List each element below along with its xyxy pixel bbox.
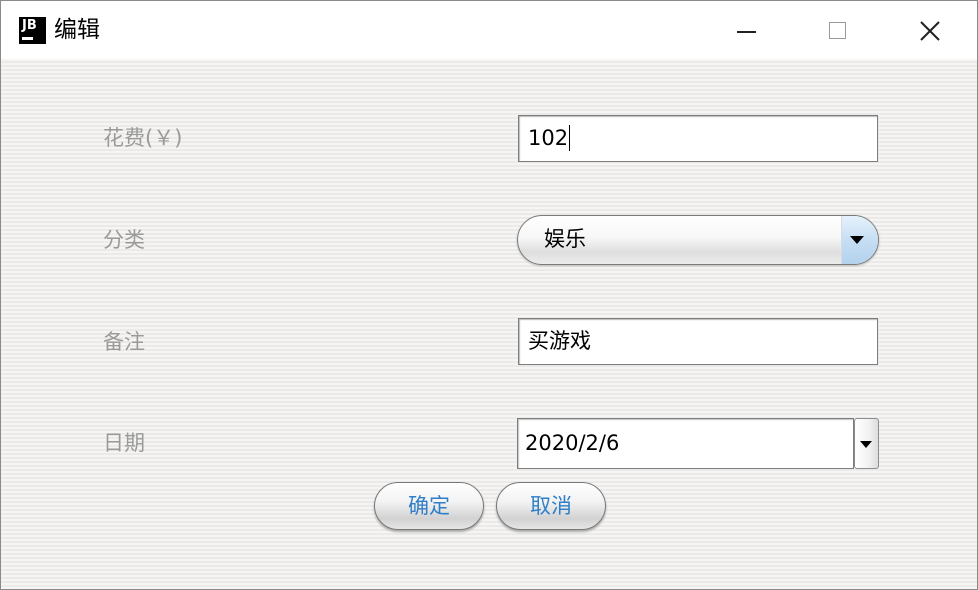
- cost-value: 102: [528, 126, 569, 150]
- note-value: 买游戏: [528, 329, 591, 353]
- close-button[interactable]: [896, 1, 966, 59]
- category-label: 分类: [103, 228, 145, 252]
- form-panel: 花费(￥) 102 分类 娱乐 备注 买游戏 日期: [1, 59, 977, 589]
- title-bar[interactable]: JB 编辑: [1, 1, 977, 59]
- date-value: 2020/2/6: [525, 431, 620, 455]
- text-caret: [569, 124, 571, 151]
- note-field[interactable]: 买游戏: [518, 318, 878, 365]
- ok-button[interactable]: 确定: [374, 482, 484, 530]
- cost-field[interactable]: 102: [518, 115, 878, 162]
- edit-dialog: JB 编辑 花费(￥) 102 分类 娱乐 备注 买游戏 日期 2020/2/6…: [0, 0, 978, 590]
- cancel-button[interactable]: 取消: [496, 482, 606, 530]
- app-icon-text: JB: [22, 18, 37, 33]
- chevron-down-icon: [860, 441, 872, 448]
- jetbrains-logo-icon: JB: [19, 17, 46, 44]
- category-selected-value: 娱乐: [544, 227, 586, 251]
- cost-label: 花费(￥): [103, 126, 183, 150]
- chevron-down-icon: [850, 236, 864, 244]
- date-picker-button[interactable]: [854, 418, 879, 469]
- date-label: 日期: [103, 431, 145, 455]
- category-dropdown-arrow[interactable]: [841, 216, 878, 264]
- minimize-button[interactable]: [711, 1, 781, 59]
- close-icon: [920, 21, 940, 41]
- maximize-button[interactable]: [802, 1, 872, 59]
- note-label: 备注: [103, 330, 145, 354]
- window-title: 编辑: [54, 17, 100, 43]
- maximize-icon: [829, 22, 846, 39]
- category-dropdown[interactable]: 娱乐: [517, 215, 879, 265]
- minimize-icon: [737, 31, 756, 33]
- date-field[interactable]: 2020/2/6: [517, 418, 854, 469]
